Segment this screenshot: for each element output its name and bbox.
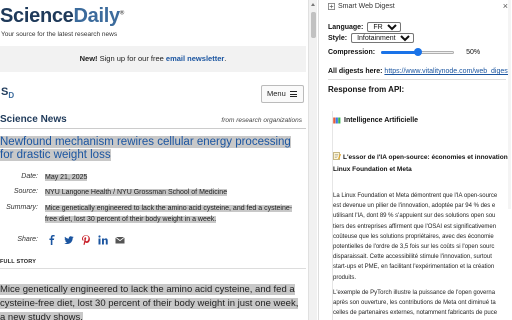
source-value: NYU Langone Health / NYU Grossman School… bbox=[45, 189, 228, 196]
newsletter-banner: New! Sign up for our free email newslett… bbox=[0, 46, 306, 72]
digests-link[interactable]: https://www.vitalitynode.com/web_digest bbox=[384, 68, 509, 75]
section-title[interactable]: Science News bbox=[0, 114, 67, 125]
memo-icon bbox=[333, 152, 341, 160]
newsletter-signup-link[interactable]: email newsletter bbox=[166, 54, 224, 63]
logo-science-text: Science bbox=[0, 5, 74, 27]
style-label: Style: bbox=[328, 34, 348, 42]
result-line: start-ups et PME, en facilitant l'expéri… bbox=[333, 264, 495, 271]
language-select[interactable]: FR bbox=[367, 22, 402, 32]
slider-knob[interactable] bbox=[413, 48, 422, 56]
result-line: coûteuse que les solutions propriétaires… bbox=[333, 233, 494, 240]
result-heading-1-text: Intelligence Artificielle bbox=[344, 117, 419, 124]
language-row: Language: FR bbox=[328, 22, 402, 32]
style-row: Style: Infotainment bbox=[328, 33, 415, 43]
page-scrollbar[interactable] bbox=[308, 0, 317, 320]
extension-divider bbox=[328, 79, 506, 80]
result-line: L'exemple de PyTorch illustre la puissan… bbox=[333, 290, 496, 296]
site-tagline: Your source for the latest research news bbox=[1, 31, 118, 38]
signup-new-label: New! bbox=[79, 54, 98, 63]
language-label: Language: bbox=[328, 23, 364, 31]
result-heading-2: L'essor de l'IA open-source: économies e… bbox=[333, 152, 511, 176]
pinterest-icon[interactable] bbox=[81, 235, 91, 245]
menu-label: Menu bbox=[267, 89, 286, 98]
article-page: ScienceDaily® Your source for the latest… bbox=[0, 0, 308, 320]
article-body: Mice genetically engineered to lack the … bbox=[0, 283, 305, 320]
sciencedaily-logo[interactable]: ScienceDaily® bbox=[0, 5, 124, 28]
smart-web-digest-panel: Smart Web Digest × Language: FR Style: I… bbox=[318, 0, 512, 320]
compression-value: 50% bbox=[466, 48, 481, 56]
extension-logo-icon bbox=[328, 3, 335, 10]
summary-value-wrap: Mice genetically engineered to lack the … bbox=[45, 204, 303, 225]
result-line: tiers des entreprises affirment que l'OS… bbox=[333, 223, 497, 230]
summary-value: Mice genetically engineered to lack the … bbox=[45, 205, 293, 223]
slider-fill bbox=[381, 51, 418, 54]
logo-registered-mark: ® bbox=[119, 10, 124, 17]
extension-header: Smart Web Digest bbox=[328, 3, 395, 10]
result-line: celles de partenaires externes, notammen… bbox=[333, 310, 498, 317]
logo-daily-text: Daily bbox=[73, 5, 121, 27]
full-story-label: FULL STORY bbox=[0, 259, 37, 265]
hamburger-icon bbox=[290, 91, 297, 97]
compression-slider[interactable] bbox=[381, 47, 455, 57]
result-heading-1: Intelligence Artificielle bbox=[333, 117, 418, 124]
result-line: produits. bbox=[333, 274, 357, 281]
result-heading-2-line2: Linux Foundation et Meta bbox=[333, 166, 412, 173]
date-value: May 21, 2025 bbox=[45, 174, 88, 181]
books-icon bbox=[333, 117, 341, 124]
email-icon[interactable] bbox=[115, 235, 125, 245]
result-paragraph-1: La Linux Foundation et Meta démontrent q… bbox=[333, 191, 512, 283]
compression-row: Compression: 50% bbox=[328, 47, 480, 57]
result-line: après son ouverture, les contributions d… bbox=[333, 300, 496, 307]
date-label: Date: bbox=[21, 173, 38, 180]
result-line: utilisant l'IA, dont 89 % s'appuient sur… bbox=[333, 213, 496, 220]
full-story-divider bbox=[0, 268, 306, 269]
source-label: Source: bbox=[13, 188, 38, 195]
section-divider bbox=[0, 128, 306, 129]
scrollbar-thumb[interactable] bbox=[311, 12, 316, 38]
digests-row: All digests here: https://www.vitalityno… bbox=[328, 68, 510, 75]
extension-title: Smart Web Digest bbox=[338, 3, 395, 10]
scroll-up-arrow-icon[interactable] bbox=[311, 3, 315, 6]
digest-result: Intelligence Artificielle L'essor de l'I… bbox=[332, 111, 510, 320]
share-label: Share: bbox=[17, 236, 38, 243]
source-value-wrap: NYU Langone Health / NYU Grossman School… bbox=[45, 188, 303, 199]
twitter-icon[interactable] bbox=[64, 235, 74, 245]
article-headline: Newfound mechanism rewires cellular ener… bbox=[0, 136, 300, 162]
result-line: La Linux Foundation et Meta démontrent q… bbox=[333, 193, 498, 199]
article-body-text: Mice genetically engineered to lack the … bbox=[0, 284, 299, 320]
sd-mini-logo[interactable]: SD bbox=[1, 86, 14, 100]
signup-text: Sign up for our free bbox=[97, 54, 166, 63]
response-heading: Response from API: bbox=[328, 85, 405, 94]
menu-button[interactable]: Menu bbox=[261, 85, 304, 103]
date-value-wrap: May 21, 2025 bbox=[45, 173, 303, 184]
result-line: potentielles de l'ordre de 3,5 fois sur … bbox=[333, 244, 495, 251]
section-subtitle: from research organizations bbox=[221, 117, 302, 124]
result-scrollbar[interactable] bbox=[508, 0, 511, 209]
share-icons bbox=[47, 235, 125, 245]
mini-logo-d: D bbox=[8, 91, 15, 101]
signup-suffix: . bbox=[224, 54, 227, 63]
result-paragraph-2: L'exemple de PyTorch illustre la puissan… bbox=[333, 288, 512, 319]
result-line: est devenue un pilier de l'innovation, a… bbox=[333, 203, 496, 210]
facebook-icon[interactable] bbox=[47, 235, 57, 245]
headline-text: Newfound mechanism rewires cellular ener… bbox=[0, 136, 291, 161]
summary-label: Summary: bbox=[6, 204, 38, 211]
result-line: disparaissait. Cette accessibilité stimu… bbox=[333, 254, 492, 261]
digests-label: All digests here: bbox=[328, 68, 383, 75]
linkedin-icon[interactable] bbox=[98, 235, 108, 245]
result-heading-2-line1: L'essor de l'IA open-source: économies e… bbox=[343, 154, 508, 161]
style-select[interactable]: Infotainment bbox=[351, 33, 415, 43]
compression-label: Compression: bbox=[328, 48, 376, 56]
